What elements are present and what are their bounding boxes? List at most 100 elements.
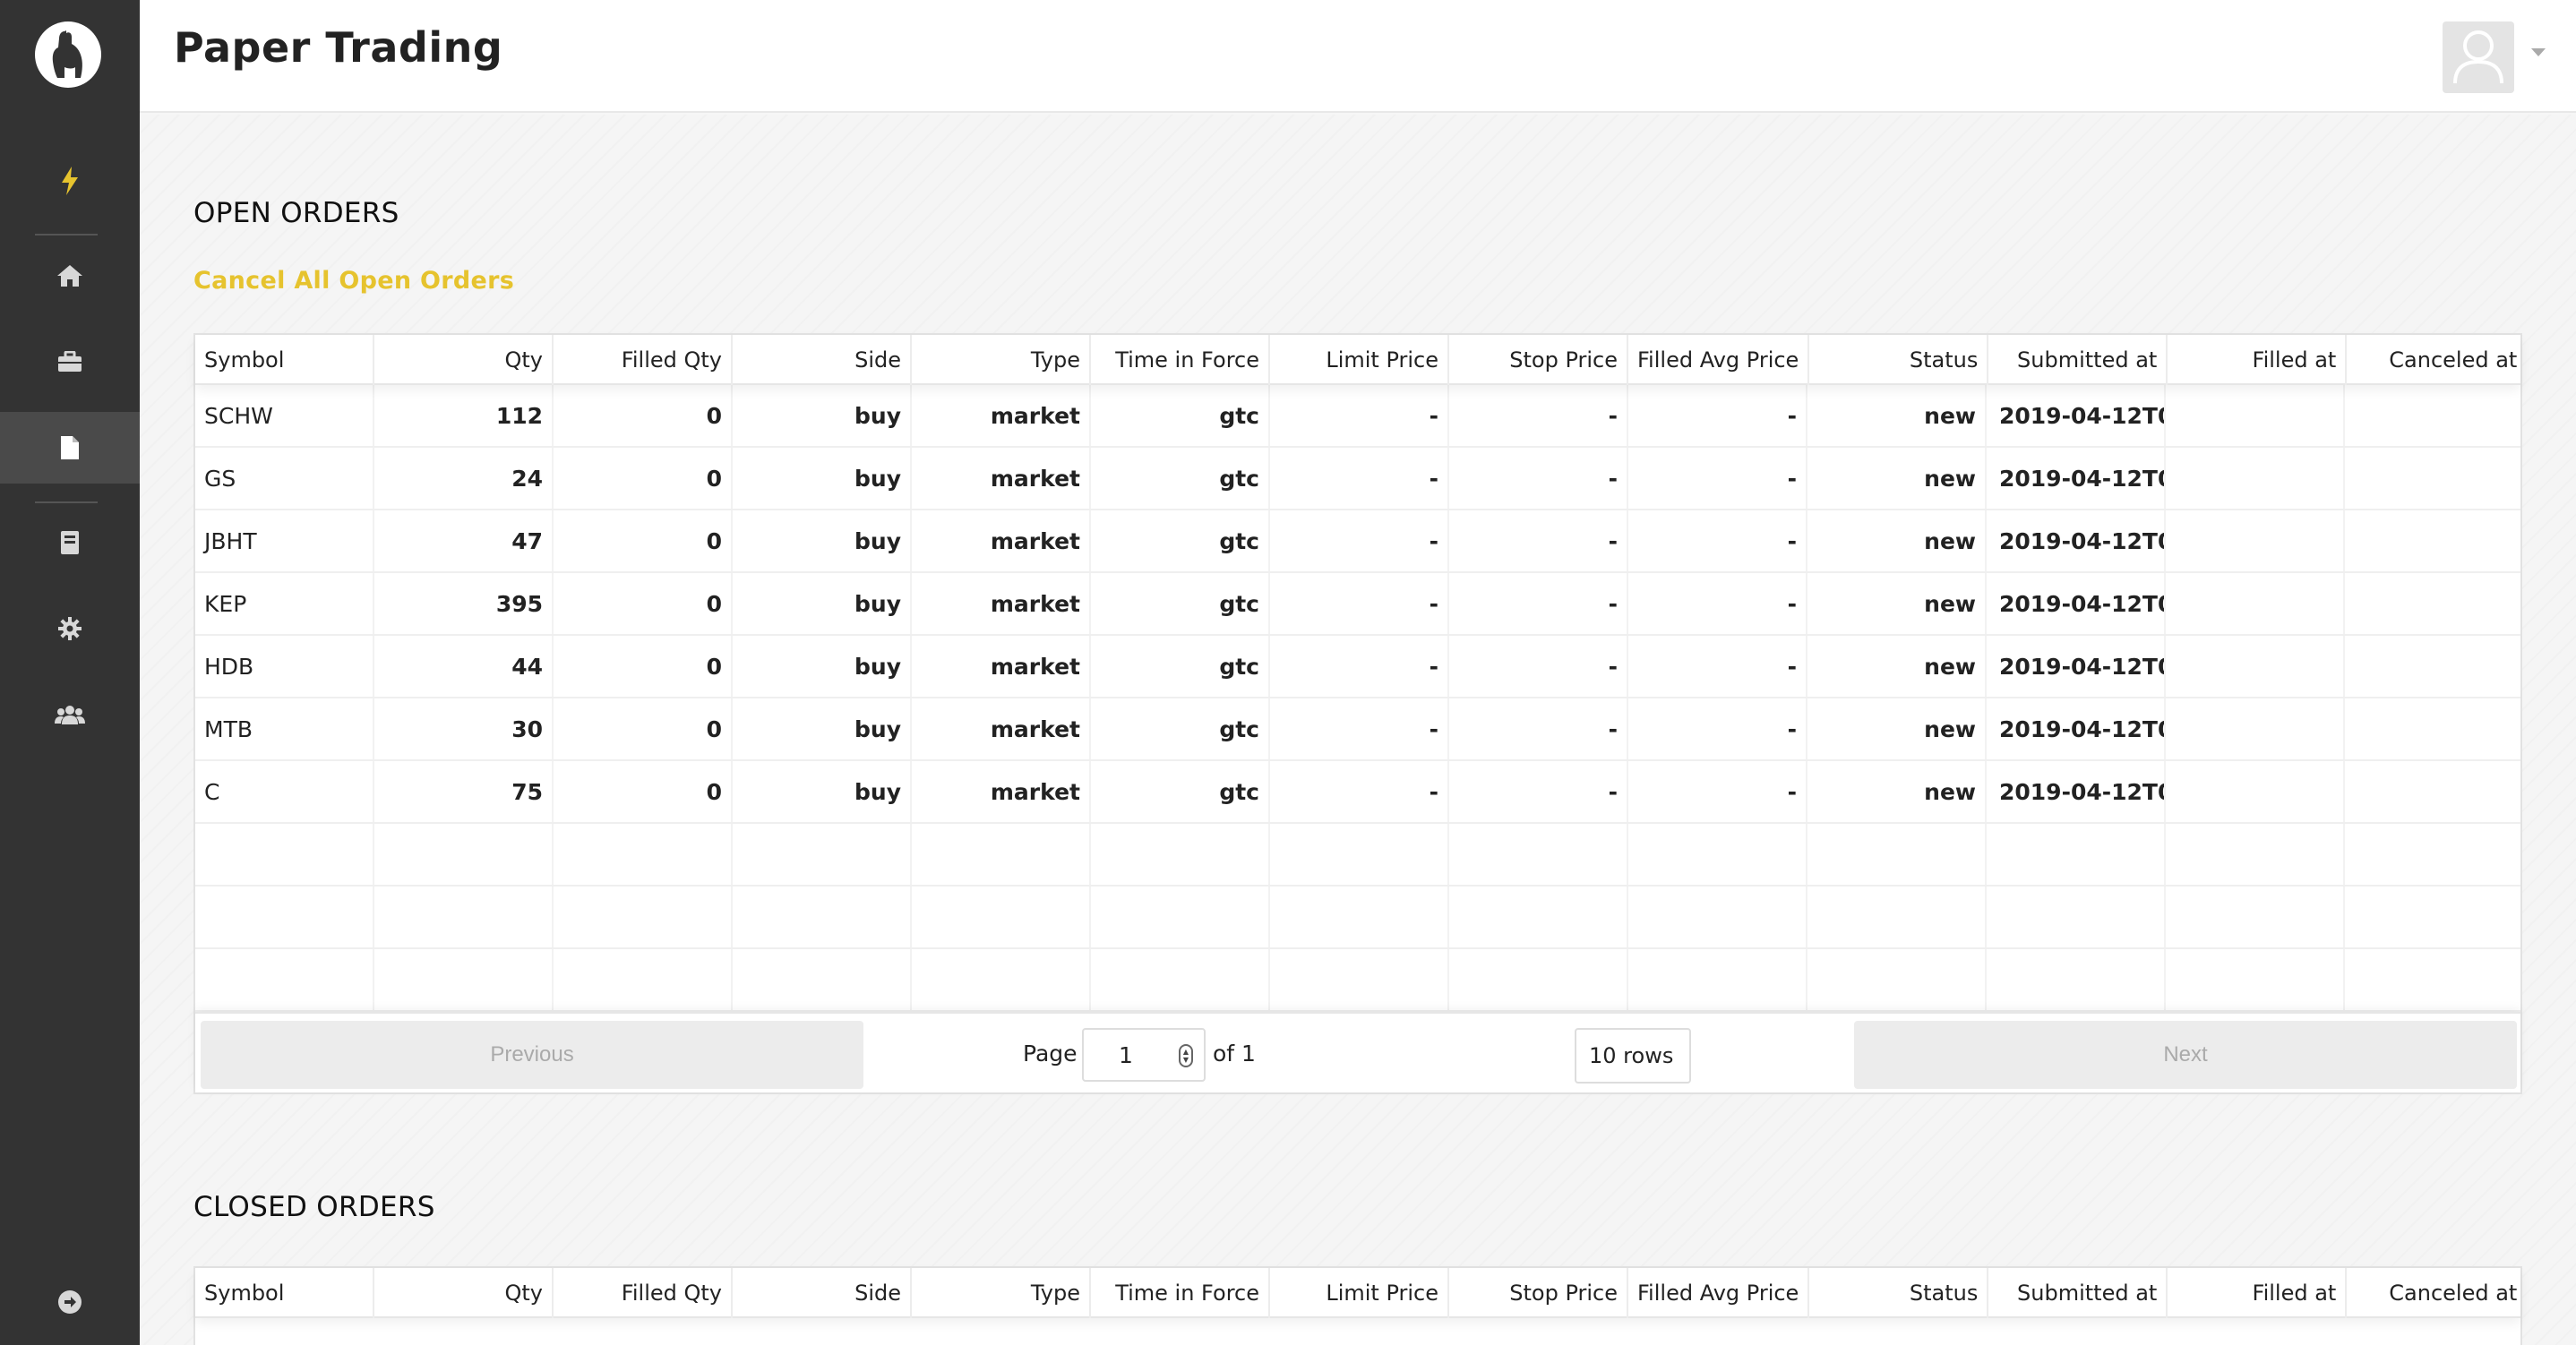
user-avatar[interactable] bbox=[2443, 21, 2514, 93]
column-header-type[interactable]: Type bbox=[912, 1268, 1091, 1318]
column-header-filled-qty[interactable]: Filled Qty bbox=[554, 1268, 733, 1318]
table-row[interactable]: HDB440buymarketgtc---new2019-04-12T0... bbox=[195, 636, 2520, 698]
user-menu-chevron-down-icon[interactable] bbox=[2531, 48, 2546, 56]
empty-cell bbox=[912, 824, 1091, 885]
alpaca-logo[interactable] bbox=[35, 21, 101, 88]
sidebar-item-home[interactable] bbox=[0, 240, 140, 312]
column-header-status[interactable]: Status bbox=[1809, 1268, 1989, 1318]
cell-filled-avg-price: - bbox=[1628, 448, 1807, 509]
column-header-filled-at[interactable]: Filled at bbox=[2168, 335, 2348, 385]
document-icon bbox=[61, 436, 79, 459]
empty-cell bbox=[912, 887, 1091, 947]
empty-cell bbox=[912, 949, 1091, 1010]
sidebar-item-activities[interactable] bbox=[0, 507, 140, 578]
cell-submitted-at: 2019-04-12T0... bbox=[1987, 510, 2166, 571]
column-header-status[interactable]: Status bbox=[1809, 335, 1989, 385]
empty-cell bbox=[1091, 949, 1270, 1010]
column-header-filled-at[interactable]: Filled at bbox=[2168, 1268, 2348, 1318]
cell-submitted-at: 2019-04-12T0... bbox=[1987, 761, 2166, 822]
sidebar-item-team[interactable] bbox=[0, 679, 140, 750]
column-header-limit-price[interactable]: Limit Price bbox=[1270, 1268, 1449, 1318]
main-content: OPEN ORDERS Cancel All Open Orders Symbo… bbox=[140, 115, 2576, 1345]
cell-limit-price: - bbox=[1270, 510, 1449, 571]
page-stepper-icon[interactable]: ▲ ▼ bbox=[1179, 1044, 1193, 1067]
table-row[interactable]: KEP3950buymarketgtc---new2019-04-12T0... bbox=[195, 573, 2520, 636]
empty-cell bbox=[733, 949, 912, 1010]
column-header-filled-qty[interactable]: Filled Qty bbox=[554, 335, 733, 385]
column-header-submitted-at[interactable]: Submitted at bbox=[1988, 335, 2168, 385]
column-header-canceled-at[interactable]: Canceled at bbox=[2347, 1268, 2526, 1318]
empty-cell bbox=[1987, 949, 2166, 1010]
empty-cell bbox=[1091, 887, 1270, 947]
column-header-stop-price[interactable]: Stop Price bbox=[1449, 1268, 1628, 1318]
next-page-button[interactable]: Next bbox=[1854, 1021, 2517, 1089]
cell-canceled-at bbox=[2345, 698, 2524, 759]
cell-filled-avg-price: - bbox=[1628, 636, 1807, 697]
column-header-symbol[interactable]: Symbol bbox=[195, 335, 374, 385]
table-row[interactable]: GS240buymarketgtc---new2019-04-12T0... bbox=[195, 448, 2520, 510]
cell-stop-price: - bbox=[1449, 510, 1628, 571]
column-header-symbol[interactable]: Symbol bbox=[195, 1268, 374, 1318]
cell-stop-price: - bbox=[1449, 385, 1628, 446]
table-row[interactable]: C750buymarketgtc---new2019-04-12T0... bbox=[195, 761, 2520, 824]
cell-filled-qty: 0 bbox=[554, 761, 733, 822]
cell-type: market bbox=[912, 698, 1091, 759]
sidebar bbox=[0, 0, 140, 1345]
empty-cell bbox=[554, 824, 733, 885]
column-header-limit-price[interactable]: Limit Price bbox=[1270, 335, 1449, 385]
cell-filled-qty: 0 bbox=[554, 573, 733, 634]
cell-canceled-at bbox=[2345, 636, 2524, 697]
cell-side: buy bbox=[733, 385, 912, 446]
cell-type: market bbox=[912, 385, 1091, 446]
column-header-side[interactable]: Side bbox=[733, 335, 912, 385]
table-row[interactable]: MTB300buymarketgtc---new2019-04-12T0... bbox=[195, 698, 2520, 761]
cell-filled-avg-price: - bbox=[1628, 385, 1807, 446]
cell-time-in-force: gtc bbox=[1091, 448, 1270, 509]
table-row[interactable]: JBHT470buymarketgtc---new2019-04-12T0... bbox=[195, 510, 2520, 573]
column-header-canceled-at[interactable]: Canceled at bbox=[2347, 335, 2526, 385]
empty-cell bbox=[1628, 824, 1807, 885]
cell-symbol: MTB bbox=[195, 698, 374, 759]
cell-qty: 24 bbox=[374, 448, 554, 509]
cell-submitted-at: 2019-04-12T0... bbox=[1987, 573, 2166, 634]
column-header-submitted-at[interactable]: Submitted at bbox=[1988, 1268, 2168, 1318]
empty-cell bbox=[195, 887, 374, 947]
rows-per-page-select[interactable]: 10 rows bbox=[1575, 1028, 1691, 1084]
sidebar-item-orders[interactable] bbox=[0, 412, 140, 484]
cell-limit-price: - bbox=[1270, 448, 1449, 509]
empty-cell bbox=[195, 824, 374, 885]
cell-filled-avg-price: - bbox=[1628, 510, 1807, 571]
column-header-stop-price[interactable]: Stop Price bbox=[1449, 335, 1628, 385]
sidebar-item-logout[interactable] bbox=[0, 1266, 140, 1338]
empty-cell bbox=[1807, 824, 1987, 885]
cell-side: buy bbox=[733, 636, 912, 697]
cell-filled-qty: 0 bbox=[554, 698, 733, 759]
table-row[interactable]: SCHW1120buymarketgtc---new2019-04-12T0..… bbox=[195, 385, 2520, 448]
column-header-filled-avg-price[interactable]: Filled Avg Price bbox=[1628, 1268, 1810, 1318]
empty-cell bbox=[1270, 949, 1449, 1010]
empty-cell bbox=[733, 887, 912, 947]
empty-cell bbox=[2345, 824, 2524, 885]
empty-cell bbox=[2345, 887, 2524, 947]
cancel-all-open-orders-link[interactable]: Cancel All Open Orders bbox=[193, 267, 514, 295]
previous-page-button[interactable]: Previous bbox=[201, 1021, 863, 1089]
cell-status: new bbox=[1807, 448, 1987, 509]
column-header-filled-avg-price[interactable]: Filled Avg Price bbox=[1628, 335, 1810, 385]
cell-status: new bbox=[1807, 385, 1987, 446]
cell-qty: 44 bbox=[374, 636, 554, 697]
cell-time-in-force: gtc bbox=[1091, 385, 1270, 446]
column-header-side[interactable]: Side bbox=[733, 1268, 912, 1318]
closed-orders-title: CLOSED ORDERS bbox=[193, 1191, 435, 1223]
sidebar-item-portfolio[interactable] bbox=[0, 326, 140, 398]
column-header-qty[interactable]: Qty bbox=[374, 335, 554, 385]
column-header-type[interactable]: Type bbox=[912, 335, 1091, 385]
cell-symbol: HDB bbox=[195, 636, 374, 697]
column-header-time-in-force[interactable]: Time in Force bbox=[1091, 335, 1270, 385]
cell-stop-price: - bbox=[1449, 448, 1628, 509]
cell-time-in-force: gtc bbox=[1091, 698, 1270, 759]
open-orders-table: Symbol Qty Filled Qty Side Type Time in Force… bbox=[193, 333, 2522, 1094]
column-header-qty[interactable]: Qty bbox=[374, 1268, 554, 1318]
sidebar-item-settings[interactable] bbox=[0, 593, 140, 664]
column-header-time-in-force[interactable]: Time in Force bbox=[1091, 1268, 1270, 1318]
sidebar-item-dashboard[interactable] bbox=[0, 145, 140, 217]
